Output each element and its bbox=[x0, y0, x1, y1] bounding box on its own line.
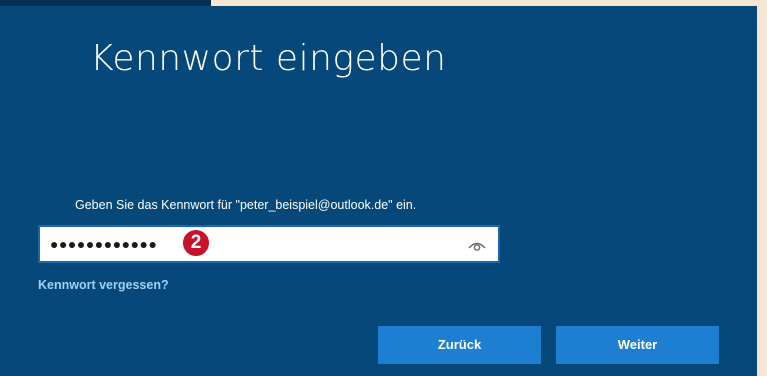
right-edge-background bbox=[757, 0, 767, 376]
next-button[interactable]: Weiter bbox=[556, 326, 719, 364]
page-title: Kennwort eingeben bbox=[90, 38, 447, 79]
forgot-password-link[interactable]: Kennwort vergessen? bbox=[38, 278, 169, 292]
password-masked-value: ●●●●●●●●●●●● bbox=[50, 236, 158, 252]
password-dialog: Kennwort eingeben Geben Sie das Kennwort… bbox=[0, 6, 757, 376]
step-number-badge: 2 bbox=[181, 228, 211, 258]
back-button[interactable]: Zurück bbox=[378, 326, 541, 364]
password-input[interactable]: ●●●●●●●●●●●● bbox=[38, 225, 500, 263]
eye-icon[interactable] bbox=[466, 236, 488, 254]
password-prompt: Geben Sie das Kennwort für "peter_beispi… bbox=[75, 198, 417, 212]
